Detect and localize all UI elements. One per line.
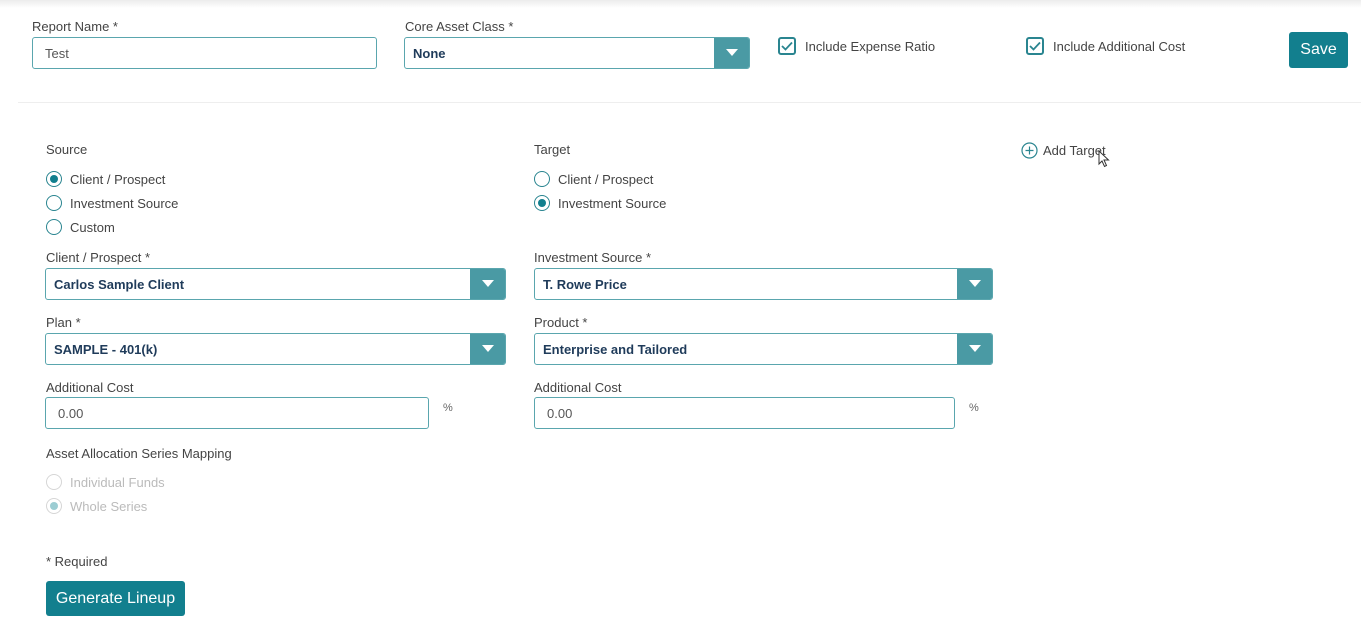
source-additional-cost-label: Additional Cost <box>46 380 134 395</box>
radio-label: Client / Prospect <box>558 171 654 187</box>
chevron-down-icon[interactable] <box>470 334 505 364</box>
check-icon <box>1029 41 1041 51</box>
plan-select[interactable]: SAMPLE - 401(k) <box>45 333 506 365</box>
investment-source-label: Investment Source * <box>534 250 652 265</box>
radio-selected <box>46 498 62 514</box>
radio-unselected <box>46 474 62 490</box>
radio-unselected[interactable] <box>46 195 62 211</box>
product-select[interactable]: Enterprise and Tailored <box>534 333 993 365</box>
report-name-label: Report Name * <box>32 19 118 34</box>
include-additional-cost-checkbox[interactable] <box>1026 37 1044 55</box>
product-label: Product * <box>534 315 588 330</box>
radio-selected[interactable] <box>534 195 550 211</box>
save-button[interactable]: Save <box>1289 32 1348 68</box>
header-divider <box>18 102 1361 103</box>
mouse-pointer-icon <box>1098 150 1110 168</box>
include-expense-ratio-checkbox[interactable] <box>778 37 796 55</box>
mapping-option-individual-funds: Individual Funds <box>46 474 165 490</box>
check-icon <box>781 41 793 51</box>
radio-unselected[interactable] <box>46 219 62 235</box>
investment-source-select[interactable]: T. Rowe Price <box>534 268 993 300</box>
radio-label: Investment Source <box>558 195 667 211</box>
investment-source-value: T. Rowe Price <box>543 276 627 292</box>
target-percent-sign: % <box>969 402 979 414</box>
target-additional-cost-input[interactable] <box>534 397 955 429</box>
top-shadow <box>0 0 1361 8</box>
report-name-input[interactable] <box>32 37 377 69</box>
chevron-down-icon[interactable] <box>957 334 992 364</box>
client-prospect-value: Carlos Sample Client <box>54 276 185 292</box>
plan-value: SAMPLE - 401(k) <box>54 341 158 357</box>
client-prospect-select[interactable]: Carlos Sample Client <box>45 268 506 300</box>
radio-label: Investment Source <box>70 195 179 211</box>
target-option-investment-source[interactable]: Investment Source <box>534 195 666 211</box>
add-target-label: Add Target <box>1043 143 1106 158</box>
radio-label: Custom <box>70 219 115 235</box>
radio-unselected[interactable] <box>534 171 550 187</box>
core-asset-class-label: Core Asset Class * <box>405 19 514 34</box>
source-option-custom[interactable]: Custom <box>46 219 115 235</box>
core-asset-class-select[interactable]: None <box>404 37 750 69</box>
plus-circle-icon <box>1021 142 1038 159</box>
radio-selected[interactable] <box>46 171 62 187</box>
chevron-down-icon[interactable] <box>714 38 749 68</box>
source-option-investment-source[interactable]: Investment Source <box>46 195 178 211</box>
source-additional-cost-input[interactable] <box>45 397 429 429</box>
chevron-down-icon[interactable] <box>957 269 992 299</box>
target-additional-cost-label: Additional Cost <box>534 380 622 395</box>
core-asset-class-value: None <box>413 45 446 61</box>
radio-label: Client / Prospect <box>70 171 166 187</box>
radio-label: Individual Funds <box>70 474 165 490</box>
add-target-button[interactable]: Add Target <box>1021 142 1106 159</box>
client-prospect-label: Client / Prospect * <box>46 250 151 265</box>
target-option-client-prospect[interactable]: Client / Prospect <box>534 171 653 187</box>
mapping-option-whole-series: Whole Series <box>46 498 147 514</box>
source-option-client-prospect[interactable]: Client / Prospect <box>46 171 165 187</box>
mapping-title: Asset Allocation Series Mapping <box>46 446 232 461</box>
source-title: Source <box>46 142 88 157</box>
chevron-down-icon[interactable] <box>470 269 505 299</box>
product-value: Enterprise and Tailored <box>543 341 688 357</box>
plan-label: Plan * <box>46 315 81 330</box>
source-percent-sign: % <box>443 402 453 414</box>
include-additional-cost-label: Include Additional Cost <box>1053 39 1186 54</box>
generate-lineup-button[interactable]: Generate Lineup <box>46 581 185 616</box>
target-title: Target <box>534 142 571 157</box>
radio-label: Whole Series <box>70 498 148 514</box>
include-expense-ratio-label: Include Expense Ratio <box>805 39 936 54</box>
required-note: * Required <box>46 554 108 569</box>
